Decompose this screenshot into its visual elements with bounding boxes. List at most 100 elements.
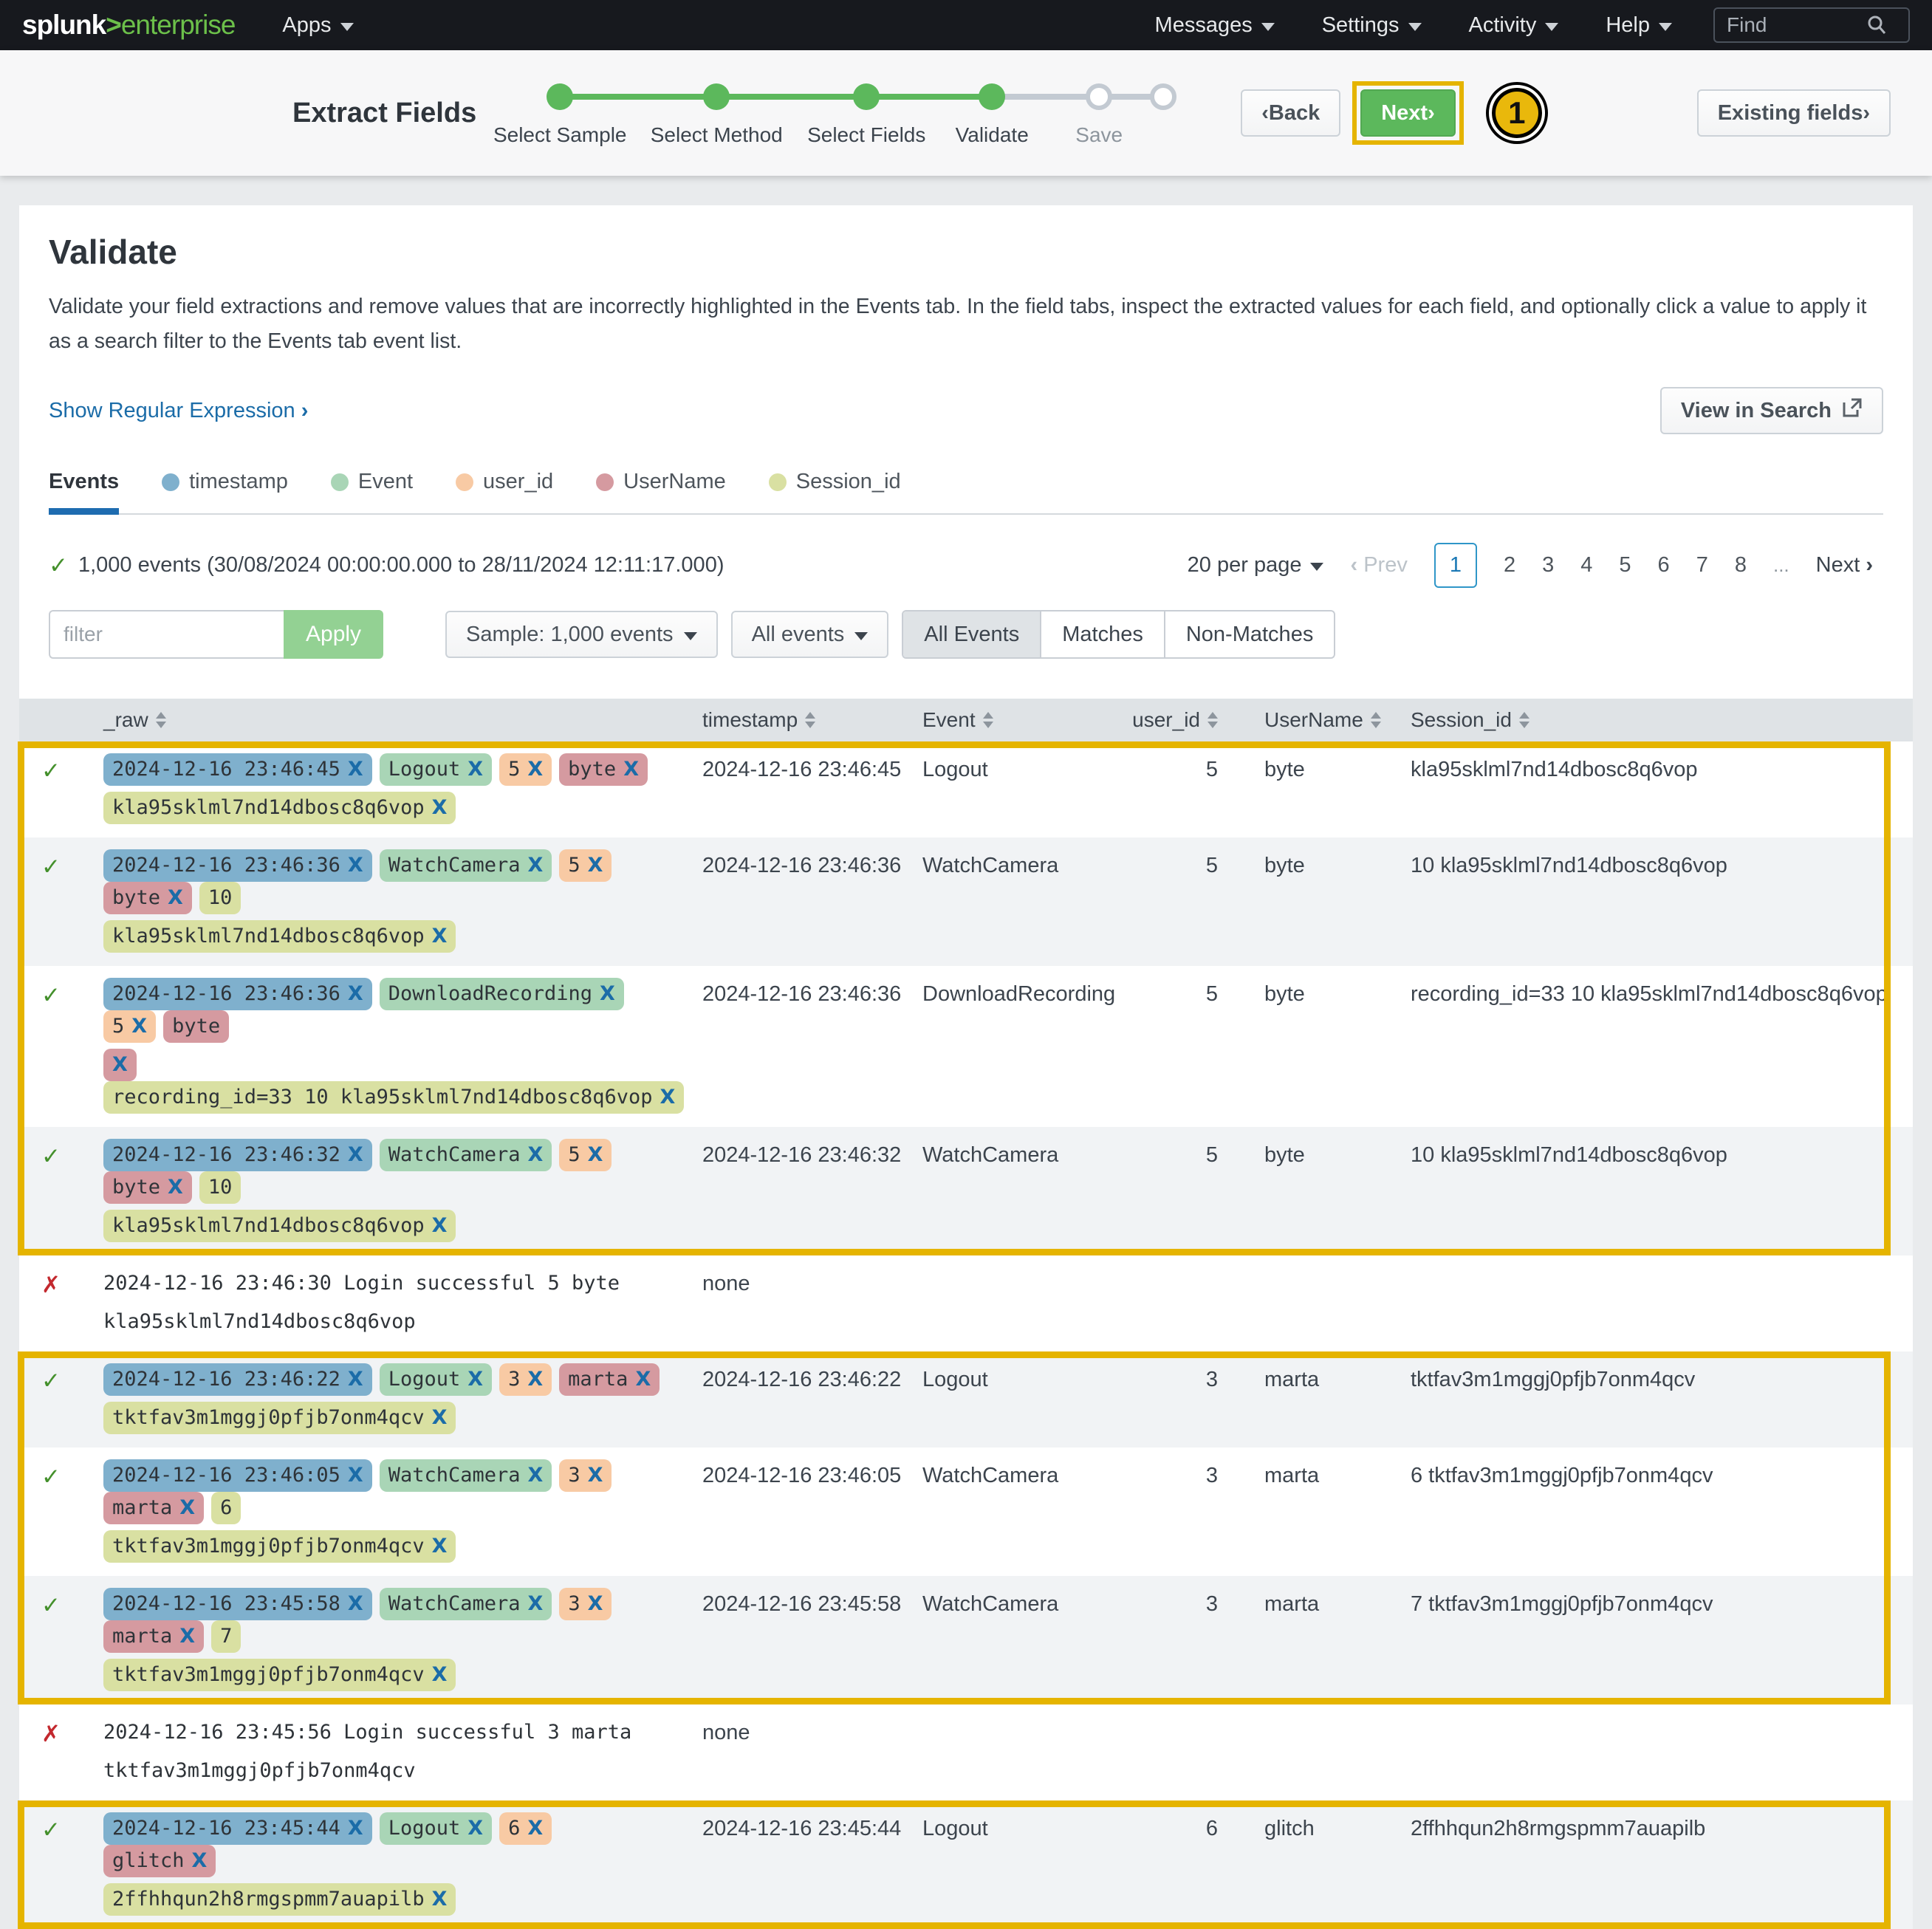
extraction-chip-session[interactable]: kla95sklml7nd14dbosc8q6vopX xyxy=(103,920,456,953)
remove-value-button[interactable]: X xyxy=(635,1365,651,1394)
extraction-chip-event[interactable]: WatchCameraX xyxy=(380,1139,552,1171)
remove-value-button[interactable]: X xyxy=(432,1403,448,1433)
filter-input[interactable] xyxy=(49,610,284,659)
extraction-chip-username[interactable]: byteX xyxy=(103,882,192,914)
extraction-chip-session[interactable]: tktfav3m1mggj0pfjb7onm4qcvX xyxy=(103,1659,456,1691)
extraction-chip-event[interactable]: WatchCameraX xyxy=(380,1459,552,1492)
extraction-chip-session[interactable]: 10 xyxy=(199,882,242,914)
page-6[interactable]: 6 xyxy=(1658,553,1670,578)
remove-value-button[interactable]: X xyxy=(660,1083,676,1112)
remove-value-button[interactable]: X xyxy=(528,851,544,880)
remove-value-button[interactable]: X xyxy=(528,1461,544,1490)
remove-value-button[interactable]: X xyxy=(112,1050,128,1080)
remove-value-button[interactable]: X xyxy=(588,1461,603,1490)
remove-value-button[interactable]: X xyxy=(179,1622,195,1651)
extraction-chip-event[interactable]: LogoutX xyxy=(380,753,492,786)
remove-value-button[interactable]: X xyxy=(432,922,448,951)
extraction-chip-session[interactable]: 7 xyxy=(211,1620,241,1653)
nav-menu-messages[interactable]: Messages xyxy=(1155,13,1275,38)
remove-value-button[interactable]: X xyxy=(432,1211,448,1241)
remove-value-button[interactable]: X xyxy=(168,1173,183,1202)
extraction-chip-user_id[interactable]: 6X xyxy=(499,1812,552,1845)
extraction-chip-user_id[interactable]: 3X xyxy=(499,1363,552,1396)
page-4[interactable]: 4 xyxy=(1580,553,1592,578)
nav-menu-help[interactable]: Help xyxy=(1606,13,1672,38)
sample-dropdown[interactable]: Sample: 1,000 events xyxy=(445,611,718,658)
find-input[interactable] xyxy=(1725,13,1866,38)
remove-value-button[interactable]: X xyxy=(432,1532,448,1561)
page-3[interactable]: 3 xyxy=(1542,553,1554,578)
extraction-chip-timestamp[interactable]: 2024-12-16 23:46:36X xyxy=(103,978,372,1010)
apps-menu[interactable]: Apps xyxy=(282,13,353,38)
remove-value-button[interactable]: X xyxy=(432,793,448,823)
extraction-chip-session[interactable]: tktfav3m1mggj0pfjb7onm4qcvX xyxy=(103,1530,456,1563)
column-header-raw[interactable]: _raw xyxy=(83,708,683,732)
tab-user-id[interactable]: user_id xyxy=(456,470,553,513)
find-search-box[interactable] xyxy=(1713,7,1910,43)
next-button[interactable]: Next xyxy=(1360,89,1456,137)
extraction-chip-username[interactable]: martaX xyxy=(103,1492,204,1524)
extraction-chip-timestamp[interactable]: 2024-12-16 23:45:58X xyxy=(103,1588,372,1620)
extraction-chip-username[interactable]: X xyxy=(103,1049,137,1081)
remove-value-button[interactable]: X xyxy=(432,1885,448,1914)
extraction-chip-username[interactable]: byte xyxy=(163,1010,229,1043)
extraction-chip-session[interactable]: kla95sklml7nd14dbosc8q6vopX xyxy=(103,1210,456,1242)
column-header-timestamp[interactable]: timestamp xyxy=(683,708,903,732)
extraction-chip-event[interactable]: WatchCameraX xyxy=(380,849,552,882)
segment-matches[interactable]: Matches xyxy=(1041,611,1165,657)
extraction-chip-event[interactable]: WatchCameraX xyxy=(380,1588,552,1620)
remove-value-button[interactable]: X xyxy=(588,1140,603,1170)
extraction-chip-session[interactable]: 10 xyxy=(199,1171,242,1204)
remove-value-button[interactable]: X xyxy=(168,883,183,913)
page-1[interactable]: 1 xyxy=(1434,543,1477,588)
remove-value-button[interactable]: X xyxy=(348,755,363,784)
nav-menu-settings[interactable]: Settings xyxy=(1322,13,1422,38)
remove-value-button[interactable]: X xyxy=(528,1140,544,1170)
sort-icon[interactable] xyxy=(983,712,993,728)
remove-value-button[interactable]: X xyxy=(623,755,639,784)
page-7[interactable]: 7 xyxy=(1696,553,1708,578)
sort-icon[interactable] xyxy=(805,712,815,728)
sort-icon[interactable] xyxy=(1519,712,1530,728)
page-2[interactable]: 2 xyxy=(1504,553,1515,578)
remove-value-button[interactable]: X xyxy=(467,1365,483,1394)
sort-icon[interactable] xyxy=(1208,712,1218,728)
remove-value-button[interactable]: X xyxy=(348,1589,363,1619)
extraction-chip-username[interactable]: martaX xyxy=(103,1620,204,1653)
remove-value-button[interactable]: X xyxy=(348,1461,363,1490)
extraction-chip-user_id[interactable]: 3X xyxy=(559,1588,612,1620)
tab-events[interactable]: Events xyxy=(49,470,119,513)
extraction-chip-user_id[interactable]: 5X xyxy=(559,849,612,882)
extraction-chip-timestamp[interactable]: 2024-12-16 23:46:05X xyxy=(103,1459,372,1492)
all-events-dropdown[interactable]: All events xyxy=(731,611,889,658)
remove-value-button[interactable]: X xyxy=(527,1814,543,1843)
splunk-logo[interactable]: splunk>enterprise xyxy=(22,10,235,41)
remove-value-button[interactable]: X xyxy=(432,1660,448,1690)
column-header-session-id[interactable]: Session_id xyxy=(1393,708,1913,732)
tab-event[interactable]: Event xyxy=(331,470,413,513)
extraction-chip-user_id[interactable]: 5X xyxy=(499,753,552,786)
extraction-chip-event[interactable]: LogoutX xyxy=(380,1812,492,1845)
per-page-dropdown[interactable]: 20 per page xyxy=(1188,553,1324,578)
extraction-chip-timestamp[interactable]: 2024-12-16 23:46:22X xyxy=(103,1363,372,1396)
remove-value-button[interactable]: X xyxy=(179,1493,195,1523)
remove-value-button[interactable]: X xyxy=(588,1589,603,1619)
sort-icon[interactable] xyxy=(156,712,166,728)
extraction-chip-session[interactable]: 2ffhhqun2h8rmgspmm7auapilbX xyxy=(103,1883,456,1916)
sort-icon[interactable] xyxy=(1371,712,1381,728)
extraction-chip-username[interactable]: byteX xyxy=(559,753,648,786)
page-8[interactable]: 8 xyxy=(1735,553,1747,578)
extraction-chip-user_id[interactable]: 5X xyxy=(559,1139,612,1171)
page-5[interactable]: 5 xyxy=(1619,553,1631,578)
remove-value-button[interactable]: X xyxy=(588,851,603,880)
tab-username[interactable]: UserName xyxy=(596,470,726,513)
remove-value-button[interactable]: X xyxy=(527,755,543,784)
extraction-chip-timestamp[interactable]: 2024-12-16 23:46:45X xyxy=(103,753,372,786)
extraction-chip-user_id[interactable]: 3X xyxy=(559,1459,612,1492)
extraction-chip-user_id[interactable]: 5X xyxy=(103,1010,156,1043)
column-header-event[interactable]: Event xyxy=(903,708,1125,732)
extraction-chip-timestamp[interactable]: 2024-12-16 23:45:44X xyxy=(103,1812,372,1845)
extraction-chip-session[interactable]: tktfav3m1mggj0pfjb7onm4qcvX xyxy=(103,1402,456,1434)
remove-value-button[interactable]: X xyxy=(348,1140,363,1170)
apply-button[interactable]: Apply xyxy=(284,610,383,659)
